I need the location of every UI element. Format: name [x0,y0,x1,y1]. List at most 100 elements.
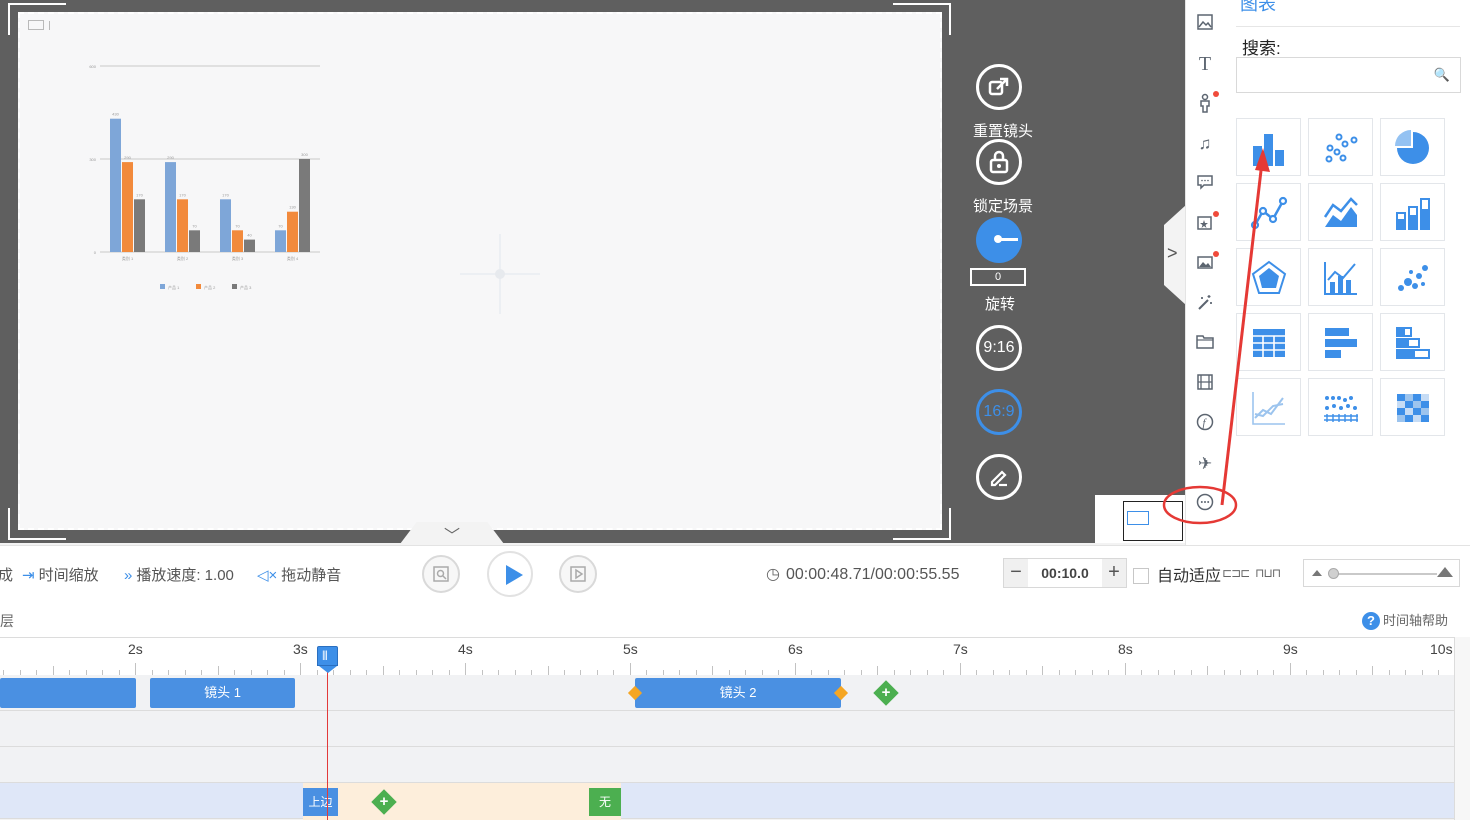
drag-mute-button[interactable]: ◁× 拖动静音 [257,564,341,585]
ruler-tick [712,666,713,675]
magic-wand-tool-icon[interactable] [1194,293,1216,315]
rotation-knob[interactable] [976,217,1022,263]
reset-camera-label: 重置镜头 [972,123,1033,140]
ruler-label: 3s [293,641,308,657]
clock-icon: ◷ [766,566,780,583]
divider [1236,26,1460,27]
plane-tool-icon[interactable]: ✈ [1194,453,1216,475]
chart-bar [110,118,121,252]
background-tool-icon[interactable] [1194,251,1219,275]
more-tools-icon[interactable] [1194,493,1216,515]
time-zoom-button[interactable]: ⇥ 时间缩放 [22,564,99,585]
duration-value[interactable]: 00:10.0 [1028,559,1102,587]
chart-type-scatter[interactable] [1308,118,1373,176]
folder-tool-icon[interactable] [1194,333,1216,355]
rotation-input[interactable]: 0 [970,268,1026,286]
chart-type-heatmap[interactable] [1380,378,1445,436]
camera-clip-2[interactable]: 镜头 2 [635,678,841,708]
chart-bar [177,199,188,252]
chart-bar [275,230,286,252]
search-icon[interactable]: 🔍 [1434,67,1450,83]
chart-type-horizontal-bar[interactable] [1308,313,1373,371]
zoom-out-icon[interactable] [1312,570,1322,576]
enter-effect-clip[interactable]: 上边 [303,788,338,816]
text-tool-icon[interactable]: T [1194,53,1216,75]
chart-type-bubble[interactable] [1380,248,1445,306]
object-duration-bar[interactable] [303,783,621,820]
chart-type-pie[interactable] [1380,118,1445,176]
collapse-panel-toggle[interactable]: > [1164,205,1186,305]
search-input[interactable] [1241,62,1431,88]
time-ruler[interactable]: 2s 3s 4s 5s 6s 7s 8s 9s 10s [0,637,1454,675]
image-tool-icon[interactable] [1194,13,1216,35]
formula-tool-icon[interactable]: f [1194,413,1216,435]
timeline-lane[interactable] [0,747,1454,783]
preview-button[interactable] [422,555,460,593]
slider-thumb[interactable] [1328,568,1339,579]
bar-chart-element[interactable]: 0 300 600 430 290 170 类别 1 290 170 70 类别 2 170 70 40 类… [70,54,330,294]
edit-button[interactable] [976,454,1022,500]
camera-lane[interactable]: 镜头 1 镜头 2 + [0,675,1454,711]
speech-bubble-tool-icon[interactable] [1194,173,1216,195]
sticker-tool-icon[interactable] [1194,211,1219,235]
ruler-tick [218,666,219,675]
camera-clip-1[interactable]: 镜头 1 [150,678,295,708]
shrink-track-icon[interactable]: ⊏⊐⊏ [1222,566,1250,580]
timeline-lane[interactable] [0,711,1454,747]
film-tool-icon[interactable] [1194,373,1216,395]
radar-chart-icon [1251,260,1287,294]
column-chart-icon [1396,198,1430,230]
reset-camera-button[interactable] [976,64,1022,110]
vertical-scrollbar[interactable] [1454,637,1470,820]
chevron-right-icon: > [1167,243,1178,263]
exit-effect-clip[interactable]: 无 [589,788,621,816]
chart-type-column-grouped[interactable] [1380,183,1445,241]
chart-type-radar[interactable] [1236,248,1301,306]
character-tool-icon[interactable] [1194,91,1219,115]
data-label: 430 [112,112,119,117]
lock-scene-button[interactable] [976,139,1022,185]
add-keyframe-button[interactable]: + [873,680,899,706]
chart-type-line[interactable] [1236,183,1301,241]
ratio-9-16-button[interactable]: 9:16 [976,325,1022,371]
duration-stepper[interactable]: − 00:10.0 + [1003,558,1127,588]
expand-track-icon[interactable]: ⊓⊔⊓ [1255,566,1281,580]
minimap[interactable] [1095,495,1185,543]
decrease-button[interactable]: − [1004,559,1028,587]
search-box[interactable]: 🔍 [1236,57,1461,93]
lock-scene-label: 锁定场景 [972,198,1033,215]
music-tool-icon[interactable]: ♫ [1194,133,1216,155]
chart-type-table[interactable] [1236,313,1301,371]
chart-type-stacked-bar[interactable] [1380,313,1445,371]
scene-canvas[interactable]: 0 300 600 430 290 170 类别 1 290 170 70 类别 2 170 70 40 类… [18,12,942,530]
play-speed-button[interactable]: » 播放速度: 1.00 [124,564,234,585]
camera-clip[interactable] [0,678,136,708]
chart-type-multi-line[interactable] [1236,378,1301,436]
toolbar-cut-label[interactable]: 成 [0,564,13,585]
chart-bar [299,159,310,252]
data-label: 70 [192,223,197,228]
checkbox-icon[interactable] [1133,568,1149,584]
play-button[interactable] [487,551,533,597]
heatmap-chart-icon [1397,394,1429,422]
chart-type-bar[interactable] [1236,118,1301,176]
chart-type-combo[interactable] [1308,248,1373,306]
chart-type-area[interactable] [1308,183,1373,241]
collapse-stage-toggle[interactable]: ﹀ [400,522,504,544]
data-label: 170 [136,192,143,197]
play-speed-icon: » [124,567,133,584]
timeline-help-link[interactable]: ? 时间轴帮助 [1362,610,1448,630]
ruler-tick [795,663,796,675]
help-icon: ? [1362,612,1380,630]
add-effect-button[interactable]: + [371,789,397,815]
auto-fit-checkbox[interactable]: 自动适应 [1133,562,1221,586]
zoom-in-icon[interactable] [1437,567,1453,577]
playhead-handle[interactable]: ||| [317,646,338,673]
data-label: 290 [124,155,131,160]
increase-button[interactable]: + [1102,559,1126,587]
chart-type-dot-matrix[interactable] [1308,378,1373,436]
next-frame-button[interactable] [559,555,597,593]
ratio-16-9-button[interactable]: 16:9 [976,389,1022,435]
object-lane[interactable]: 上边 + 无 [0,783,1454,820]
zoom-slider[interactable] [1303,559,1460,587]
